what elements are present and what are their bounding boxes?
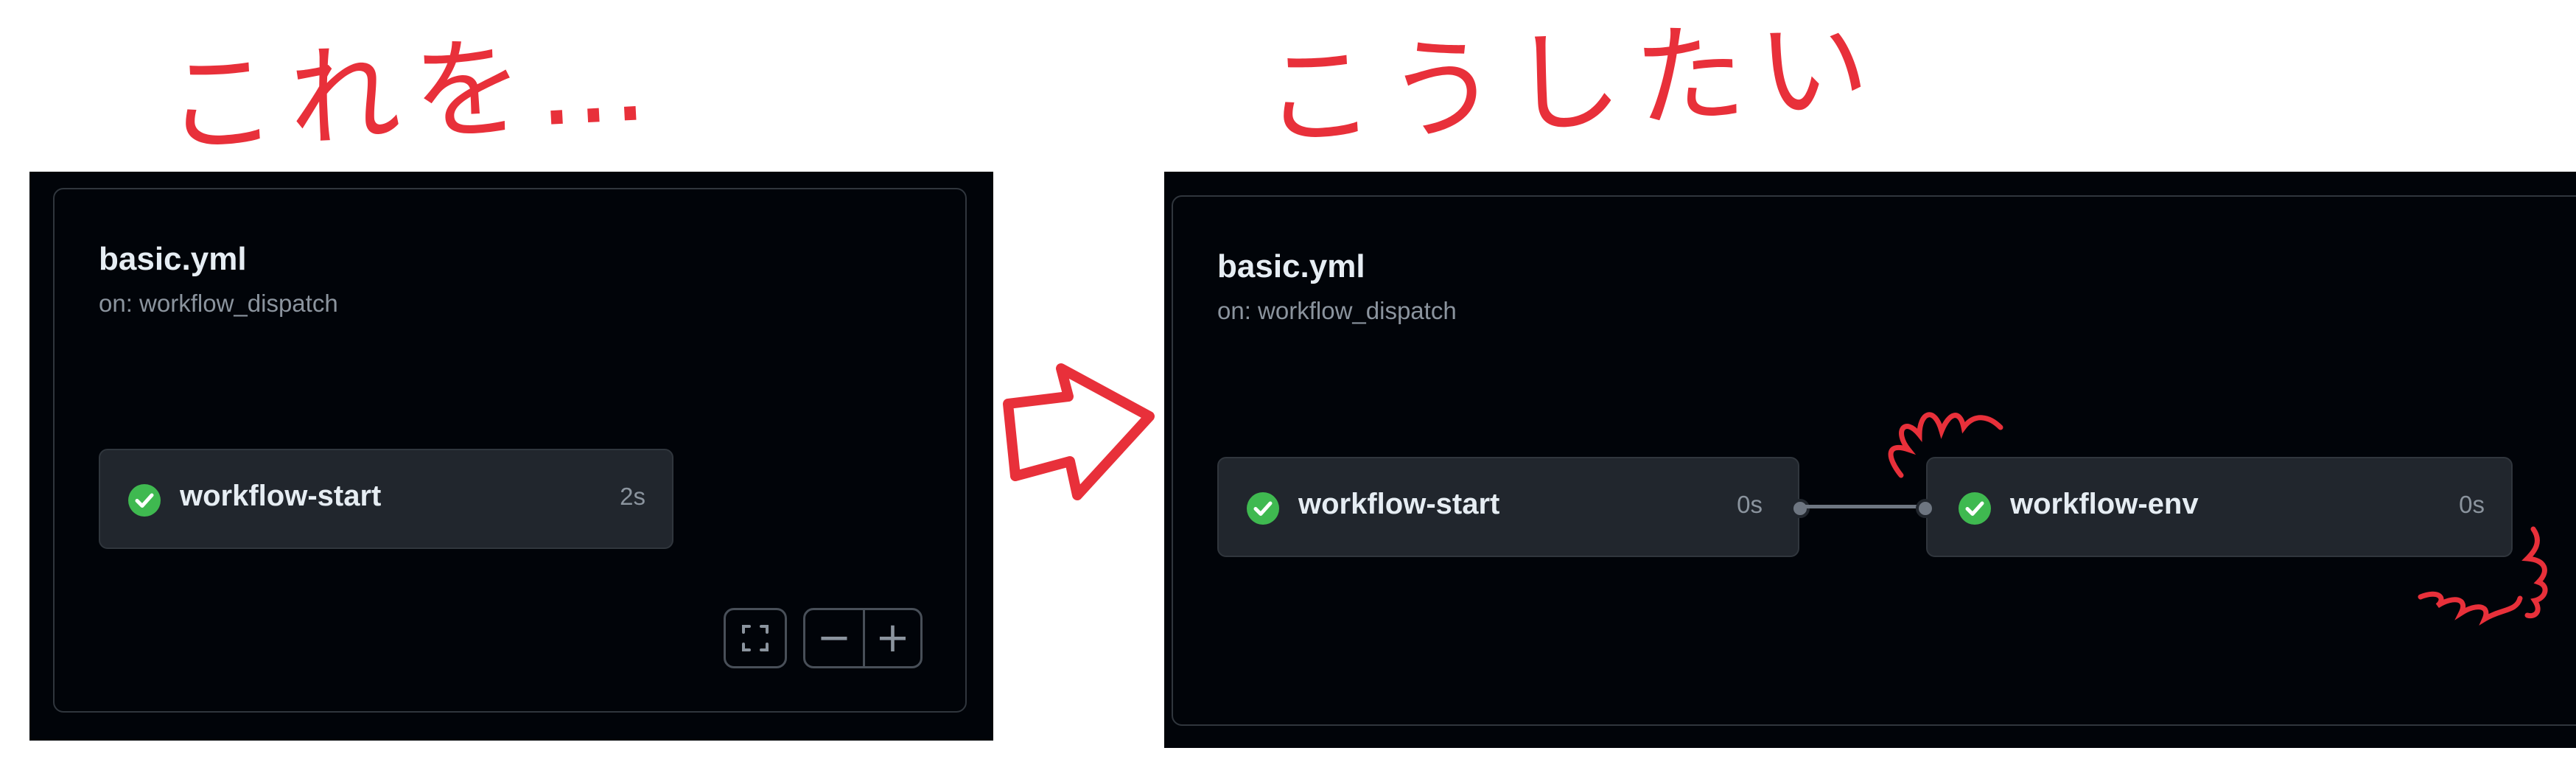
fullscreen-icon [742,625,769,651]
job-name: workflow-start [1298,488,1500,520]
job-node-workflow-start[interactable]: workflow-start 0s [1217,457,1810,557]
job-output-port [1791,499,1810,518]
after-screenshot: basic.yml on: workflow_dispatch workflow… [1164,172,2576,748]
workflow-graph-card: basic.yml on: workflow_dispatch workflow… [53,188,967,713]
zoom-in-button[interactable]: + [865,610,920,666]
job-dependency-edge [1805,505,1929,508]
job-node-workflow-env[interactable]: workflow-env 0s [1916,457,2513,557]
job-duration: 2s [620,483,645,510]
after-caption: こうしたい [1260,3,1886,164]
success-check-icon [128,484,161,517]
before-screenshot: basic.yml on: workflow_dispatch workflow… [29,172,993,741]
success-check-icon [1247,492,1279,525]
job-duration: 0s [2459,491,2485,518]
job-duration: 0s [1737,491,1763,518]
before-caption: これを… [162,16,664,171]
workflow-graph-card: basic.yml on: workflow_dispatch workflow… [1172,195,2576,726]
workflow-trigger: on: workflow_dispatch [99,290,338,317]
zoom-out-button[interactable]: − [805,610,863,666]
workflow-title: basic.yml [1217,248,1365,284]
fullscreen-button[interactable] [724,608,787,668]
success-check-icon [1959,492,1991,525]
job-name: workflow-start [180,480,382,512]
workflow-trigger: on: workflow_dispatch [1217,297,1457,324]
workflow-title: basic.yml [99,241,247,277]
job-name: workflow-env [2010,488,2199,520]
job-node-workflow-start[interactable]: workflow-start 2s [99,449,673,549]
zoom-control-group: − + [803,608,923,668]
job-input-port [1916,499,1935,518]
